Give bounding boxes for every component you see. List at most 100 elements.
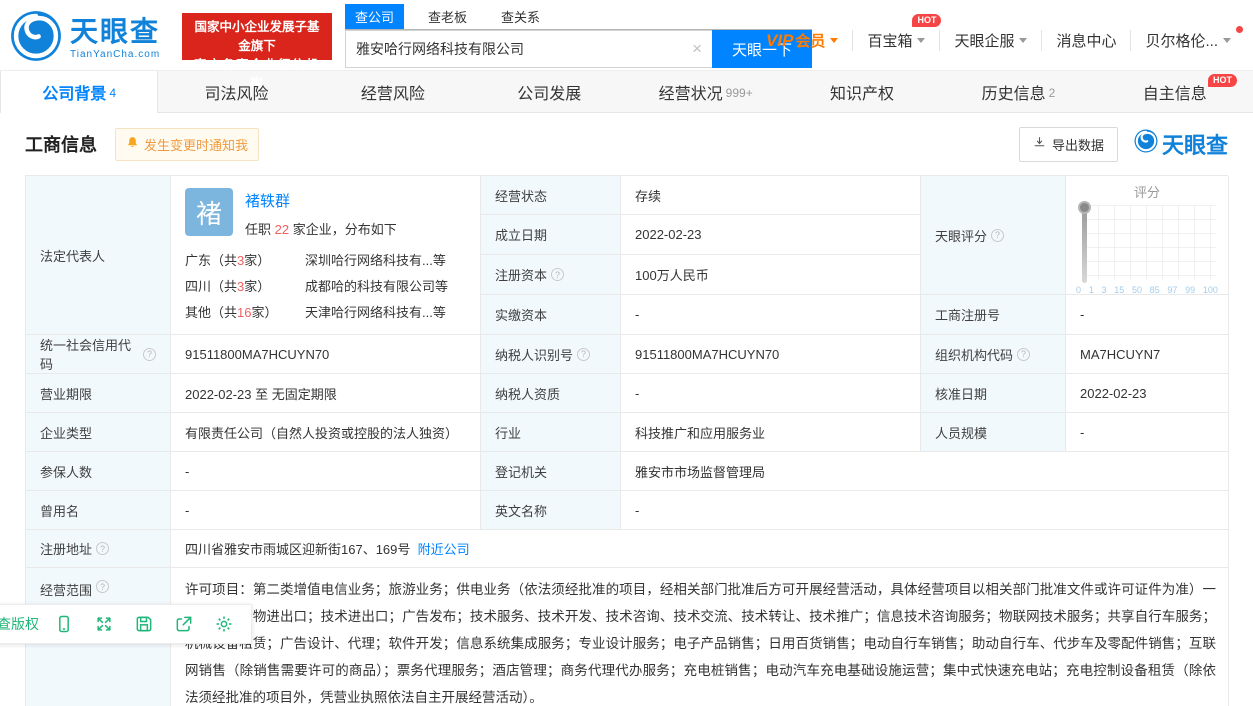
section-head: 工商信息 发生变更时通知我 导出数据: [25, 113, 1228, 175]
hot-badge: HOT: [1208, 74, 1237, 87]
field-label-tyc-score: 天眼评分?: [921, 176, 1066, 295]
help-icon[interactable]: ?: [1017, 348, 1030, 361]
score-axis-ticks: 0131550859799100: [1076, 285, 1218, 295]
field-value-taxpayer-quality: -: [621, 374, 921, 413]
search-tab-boss[interactable]: 查老板: [418, 4, 477, 29]
field-value-reg-number: -: [1066, 295, 1229, 335]
site-header: 天眼查 TianYanCha.com 国家中小企业发展子基金旗下 官方备案企业征…: [0, 0, 1253, 70]
menu-item-vip[interactable]: VIP 会员: [752, 30, 852, 51]
menu-item-toolbox[interactable]: HOT 百宝箱: [852, 30, 939, 51]
legal-rep-avatar[interactable]: 褚: [185, 188, 233, 236]
legal-rep-distribution: 广东（共3家） 深圳哈行网络科技有... 等 四川（共3家） 成都哈的科技有限公…: [185, 248, 466, 326]
search-tab-relation[interactable]: 查关系: [491, 4, 550, 29]
field-value-reg-capital: 100万人民币: [621, 255, 921, 295]
legal-rep-cell: 褚 褚轶群 任职 22 家企业，分布如下 广东（共3家） 深圳哈行网络科技有..…: [171, 176, 481, 335]
search-clear-icon[interactable]: ×: [692, 39, 702, 59]
bell-icon: [126, 136, 139, 152]
mobile-icon[interactable]: [49, 610, 79, 638]
tab-history-info[interactable]: 历史信息2: [940, 71, 1096, 112]
copyright-check-link[interactable]: 查版权: [0, 614, 39, 634]
field-label-company-type: 企业类型: [26, 413, 171, 452]
help-icon[interactable]: ?: [96, 580, 109, 593]
field-label-org-code: 组织机构代码?: [921, 335, 1066, 374]
related-company-link[interactable]: 天津哈行网络科技有...: [305, 300, 433, 326]
tab-operation-status[interactable]: 经营状况999+: [628, 71, 784, 112]
field-value-reg-authority: 雅安市市场监督管理局: [621, 452, 1229, 491]
score-chart-title[interactable]: 评分: [1076, 182, 1218, 201]
legal-rep-name-link[interactable]: 褚轶群: [245, 190, 290, 211]
caret-down-icon: [830, 38, 838, 43]
field-label-reg-address: 注册地址?: [26, 530, 171, 568]
site-logo[interactable]: 天眼查 TianYanCha.com: [10, 10, 160, 67]
field-label-business-status: 经营状态: [481, 176, 621, 215]
score-chart-plot: [1082, 205, 1216, 279]
tab-judicial-risk[interactable]: 司法风险: [158, 71, 314, 112]
field-value-taxpayer-id: 91511800MA7HCUYN70: [621, 335, 921, 374]
caret-down-icon: [1223, 38, 1231, 43]
notification-red-dot: [1236, 26, 1243, 33]
notify-on-change-button[interactable]: 发生变更时通知我: [115, 128, 259, 161]
field-value-business-term: 2022-02-23 至 无固定期限: [171, 374, 481, 413]
search-tab-company[interactable]: 查公司: [345, 4, 404, 29]
tab-self-info[interactable]: 自主信息 HOT: [1097, 71, 1253, 112]
field-label-reg-authority: 登记机关: [481, 452, 621, 491]
tab-intellectual-property[interactable]: 知识产权: [784, 71, 940, 112]
menu-item-enterprise-service[interactable]: 天眼企服: [939, 30, 1041, 51]
share-icon[interactable]: [169, 610, 199, 638]
help-icon[interactable]: ?: [143, 348, 156, 361]
field-label-reg-number: 工商注册号: [921, 295, 1066, 335]
field-value-company-type: 有限责任公司（自然人投资或控股的法人独资）: [171, 413, 481, 452]
logo-domain: TianYanCha.com: [70, 50, 160, 60]
tab-operation-risk[interactable]: 经营风险: [315, 71, 471, 112]
search-area: 查公司 查老板 查关系 × 天眼一下: [345, 8, 812, 68]
field-value-established: 2022-02-23: [621, 215, 921, 255]
help-icon[interactable]: ?: [96, 542, 109, 555]
field-value-reg-address: 四川省雅安市雨城区迎新街167、169号 附近公司: [171, 530, 1229, 568]
floating-tools-overlay: 查版权: [0, 604, 252, 644]
caret-down-icon: [917, 38, 925, 43]
field-value-paid-capital: -: [621, 295, 921, 335]
list-item: 广东（共3家） 深圳哈行网络科技有... 等: [185, 248, 466, 274]
menu-item-account[interactable]: 贝尔格伦...: [1130, 30, 1245, 51]
top-menu: VIP 会员 HOT 百宝箱 天眼企服 消息中心 贝尔格伦...: [752, 30, 1245, 51]
tianyancha-swirl-icon: [10, 10, 62, 67]
badge-line1: 国家中小企业发展子基金旗下: [190, 18, 324, 56]
legal-rep-tenure: 任职 22 家企业，分布如下: [245, 219, 397, 238]
menu-item-message-center[interactable]: 消息中心: [1041, 30, 1130, 51]
save-icon[interactable]: [129, 610, 159, 638]
field-label-industry: 行业: [481, 413, 621, 452]
score-slider-knob[interactable]: [1078, 201, 1091, 214]
field-label-business-term: 营业期限: [26, 374, 171, 413]
field-value-org-code: MA7HCUYN7: [1066, 335, 1229, 374]
related-company-link[interactable]: 深圳哈行网络科技有...: [305, 248, 433, 274]
list-item: 四川（共3家） 成都哈的科技有限公司等: [185, 274, 466, 300]
field-value-staff-size: -: [1066, 413, 1229, 452]
help-icon[interactable]: ?: [551, 268, 564, 281]
help-icon[interactable]: ?: [991, 229, 1004, 242]
gear-icon[interactable]: [209, 610, 239, 638]
download-icon: [1033, 136, 1046, 152]
export-data-button[interactable]: 导出数据: [1019, 127, 1118, 162]
expand-icon[interactable]: [89, 610, 119, 638]
field-label-reg-capital: 注册资本?: [481, 255, 621, 295]
field-value-insured-count: -: [171, 452, 481, 491]
tab-company-development[interactable]: 公司发展: [471, 71, 627, 112]
field-label-insured-count: 参保人数: [26, 452, 171, 491]
field-label-english-name: 英文名称: [481, 491, 621, 530]
tianyancha-swirl-icon: [1134, 129, 1158, 159]
help-icon[interactable]: ?: [577, 348, 590, 361]
related-company-link[interactable]: 成都哈的科技有限公司等: [305, 274, 448, 300]
field-label-taxpayer-id: 纳税人识别号?: [481, 335, 621, 374]
nearby-companies-link[interactable]: 附近公司: [418, 539, 470, 558]
tyc-score-chart: 评分 0131550859799100: [1066, 176, 1229, 295]
field-value-english-name: -: [621, 491, 1229, 530]
field-value-former-name: -: [171, 491, 481, 530]
field-label-approval-date: 核准日期: [921, 374, 1066, 413]
tab-company-background[interactable]: 公司背景4: [0, 71, 158, 113]
search-input[interactable]: [345, 30, 712, 68]
field-label-credit-code: 统一社会信用代码?: [26, 335, 171, 374]
field-value-credit-code: 91511800MA7HCUYN70: [171, 335, 481, 374]
field-value-business-status: 存续: [621, 176, 921, 215]
field-value-approval-date: 2022-02-23: [1066, 374, 1229, 413]
caret-down-icon: [1019, 38, 1027, 43]
